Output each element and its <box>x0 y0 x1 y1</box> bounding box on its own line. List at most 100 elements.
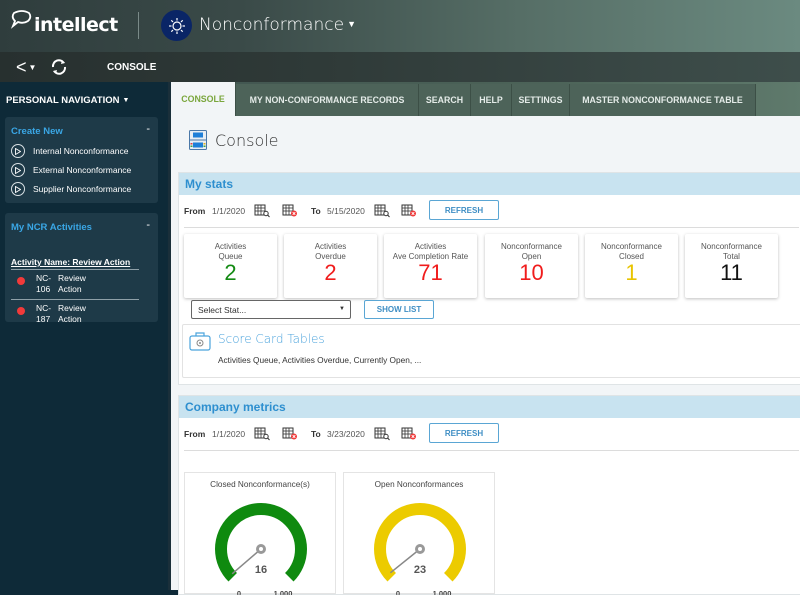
create-internal-nonconformance[interactable]: Internal Nonconformance <box>11 144 128 158</box>
from-date-value[interactable]: 1/1/2020 <box>212 429 245 439</box>
brand-name: intellect <box>34 14 118 36</box>
calendar-search-icon[interactable] <box>254 203 270 220</box>
back-button[interactable]: < ▼ <box>16 57 36 78</box>
tab-console[interactable]: CONSOLE <box>171 82 236 116</box>
caret-down-icon: ▼ <box>28 63 37 72</box>
activity-row[interactable]: NC- 187 Review Action <box>11 303 139 329</box>
main-content: CONSOLE MY NON-CONFORMANCE RECORDS SEARC… <box>168 82 800 595</box>
status-dot-icon <box>17 277 25 285</box>
ncr-activities-panel: My NCR Activities - Activity Name: Revie… <box>5 213 158 324</box>
tab-master-table[interactable]: MASTER NONCONFORMANCE TABLE <box>570 84 756 116</box>
card-value: 1 <box>625 260 638 285</box>
calendar-search-icon[interactable] <box>374 203 390 220</box>
play-circle-icon <box>11 182 25 196</box>
from-label: From <box>184 429 206 439</box>
company-metrics-section: Company metrics From 1/1/2020 To 3/23/20… <box>178 395 800 595</box>
nc-number: NC- 187 <box>36 303 52 324</box>
console-icon <box>189 130 207 150</box>
stat-card-activities-queue[interactable]: Activities Queue 2 <box>184 234 277 298</box>
toolbox-gear-icon <box>189 332 211 351</box>
card-value: 11 <box>720 260 743 285</box>
calendar-search-icon[interactable] <box>374 426 390 443</box>
sidebar: PERSONAL NAVIGATION ▼ Create New - Intern… <box>0 82 167 590</box>
collapse-activities-button[interactable]: - <box>146 219 150 231</box>
calendar-clear-icon[interactable] <box>282 426 298 443</box>
score-card-subtitle: Activities Queue, Activities Overdue, Cu… <box>218 355 422 365</box>
activity-row[interactable]: NC- 106 Review Action <box>11 273 139 299</box>
section-header: Company metrics <box>179 396 800 418</box>
stat-card-completion-rate[interactable]: Activities Ave Completion Rate 71 <box>384 234 477 298</box>
calendar-clear-icon[interactable] <box>282 203 298 220</box>
create-external-nonconformance[interactable]: External Nonconformance <box>11 163 131 177</box>
divider <box>11 299 139 300</box>
calendar-search-icon[interactable] <box>254 426 270 443</box>
nav-bar: < ▼ CONSOLE <box>0 52 800 82</box>
stat-select[interactable]: Select Stat... ▼ <box>191 300 351 319</box>
stat-card-nc-closed[interactable]: Nonconformance Closed 1 <box>585 234 678 298</box>
to-date-value[interactable]: 3/23/2020 <box>327 429 365 439</box>
play-circle-icon <box>11 144 25 158</box>
create-new-title: Create New <box>11 126 63 137</box>
company-metrics-title: Company metrics <box>185 400 286 414</box>
to-label: To <box>311 206 321 216</box>
score-card-tables-link[interactable]: Score Card Tables <box>218 332 325 346</box>
activity-type: Review Action <box>58 303 86 324</box>
gauge-value: 23 <box>414 564 426 576</box>
page-header: Console <box>189 130 279 150</box>
item-label: External Nonconformance <box>33 165 132 175</box>
stat-card-nc-open[interactable]: Nonconformance Open 10 <box>485 234 578 298</box>
create-supplier-nonconformance[interactable]: Supplier Nonconformance <box>11 182 131 196</box>
tab-my-records[interactable]: MY NON-CONFORMANCE RECORDS <box>236 84 419 116</box>
from-label: From <box>184 206 206 216</box>
module-switcher[interactable]: Nonconformance ▼ <box>199 15 356 35</box>
divider <box>184 227 799 228</box>
refresh-nav-button[interactable] <box>50 58 68 81</box>
gauge-title: Open Nonconformances <box>374 480 464 489</box>
gauge-card-closed[interactable]: Closed Nonconformance(s) 16 0 1,000 <box>184 472 336 595</box>
from-date-value[interactable]: 1/1/2020 <box>212 206 245 216</box>
to-label: To <box>311 429 321 439</box>
status-dot-icon <box>17 307 25 315</box>
module-icon[interactable] <box>161 10 192 41</box>
collapse-create-new-button[interactable]: - <box>146 123 150 135</box>
card-value: 10 <box>519 260 544 285</box>
gauge-title: Closed Nonconformance(s) <box>210 480 310 489</box>
gauge-card-open[interactable]: Open Nonconformances 23 0 1,000 <box>343 472 495 595</box>
tab-search[interactable]: SEARCH <box>419 84 471 116</box>
personal-navigation-toggle[interactable]: PERSONAL NAVIGATION ▼ <box>6 95 129 106</box>
divider <box>138 12 139 39</box>
stat-card-nc-total[interactable]: Nonconformance Total 11 <box>685 234 778 298</box>
card-value: 71 <box>418 260 443 285</box>
stat-card-activities-overdue[interactable]: Activities Overdue 2 <box>284 234 377 298</box>
card-label: Nonconformance Closed <box>601 242 662 261</box>
caret-down-icon: ▼ <box>347 20 356 30</box>
gauge-value: 16 <box>255 564 267 576</box>
card-value: 2 <box>224 260 237 285</box>
to-date-value[interactable]: 5/15/2020 <box>327 206 365 216</box>
refresh-stats-button[interactable]: REFRESH <box>429 200 499 220</box>
chevron-left-icon: < <box>16 57 27 77</box>
personal-navigation-label: PERSONAL NAVIGATION <box>6 95 120 106</box>
item-label: Internal Nonconformance <box>33 146 129 156</box>
tab-settings[interactable]: SETTINGS <box>512 84 570 116</box>
calendar-clear-icon[interactable] <box>401 203 417 220</box>
module-title: Nonconformance <box>199 15 345 35</box>
card-label: Activities Overdue <box>314 242 347 261</box>
nc-number: NC- 106 <box>36 273 52 294</box>
play-circle-icon <box>11 163 25 177</box>
section-header: My stats <box>179 173 800 195</box>
gear-sun-icon <box>168 17 185 34</box>
card-value: 2 <box>324 260 337 285</box>
item-label: Supplier Nonconformance <box>33 184 132 194</box>
my-stats-section: My stats From 1/1/2020 To 5/15/2020 REFR… <box>178 172 800 385</box>
tab-help[interactable]: HELP <box>471 84 512 116</box>
activity-group-heading: Activity Name: Review Action <box>11 257 131 267</box>
refresh-metrics-button[interactable]: REFRESH <box>429 423 499 443</box>
divider <box>11 269 139 270</box>
show-list-button[interactable]: SHOW LIST <box>364 300 434 319</box>
brand-logo[interactable]: intellect <box>10 10 118 36</box>
gauge-closed: 160 1,000 <box>215 503 307 595</box>
calendar-clear-icon[interactable] <box>401 426 417 443</box>
tab-bar: CONSOLE MY NON-CONFORMANCE RECORDS SEARC… <box>171 82 800 116</box>
breadcrumb: CONSOLE <box>107 62 157 73</box>
